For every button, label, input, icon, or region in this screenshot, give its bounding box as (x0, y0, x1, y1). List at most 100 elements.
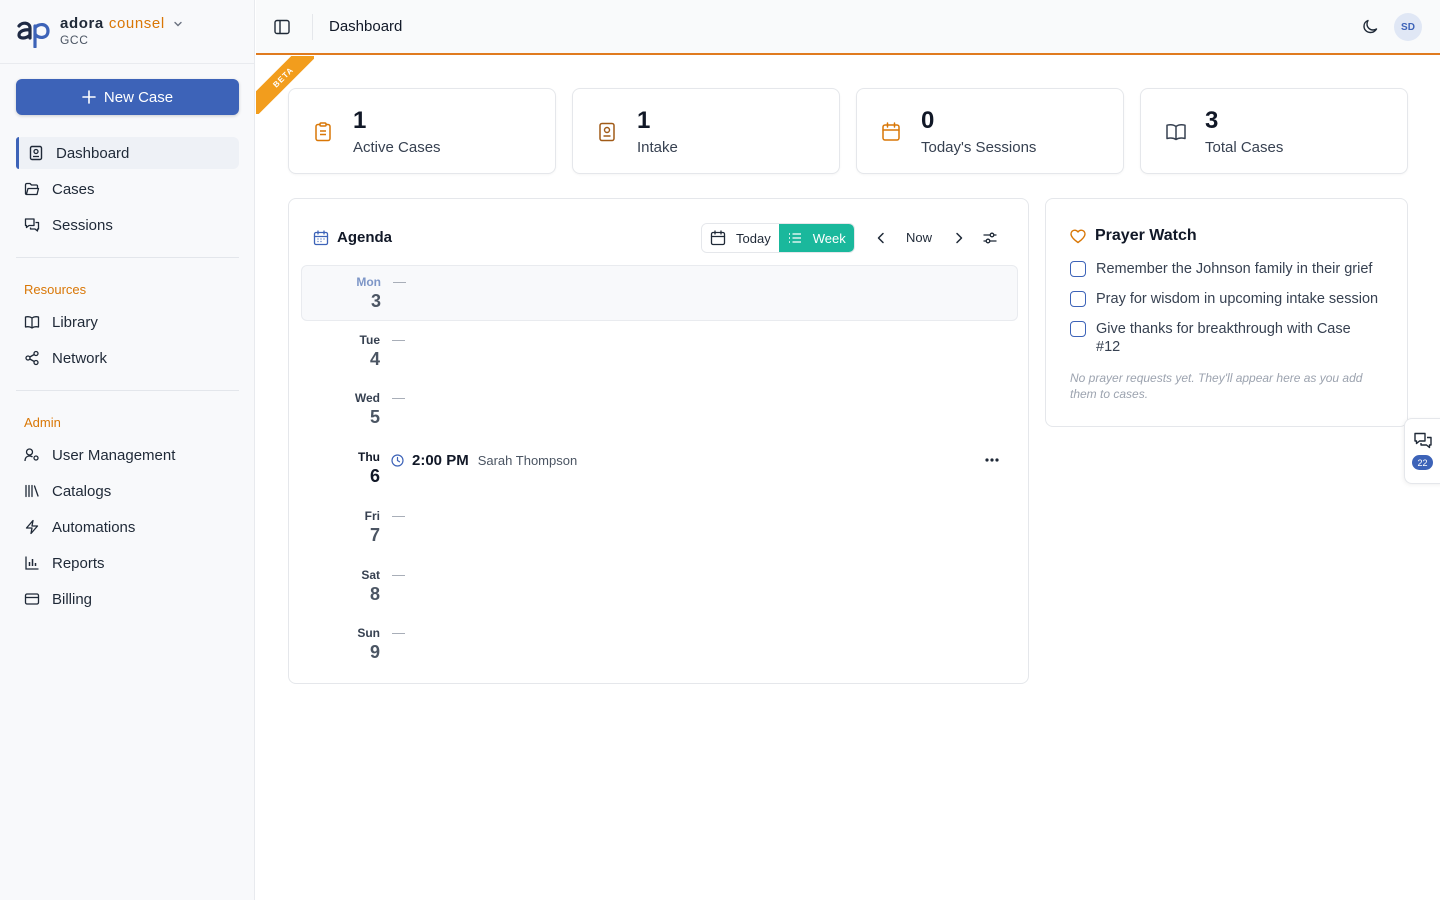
day-name: Mon (356, 275, 381, 289)
week-label: Week (812, 230, 846, 246)
agenda-day-sat[interactable]: Sat 8 — (301, 560, 1018, 610)
moon-icon[interactable] (1362, 18, 1380, 36)
lightning-icon (25, 519, 39, 535)
day-name: Tue (359, 333, 380, 347)
admin-nav: User Management Catalogs Automations Rep… (16, 439, 239, 619)
day-name: Sat (361, 568, 380, 582)
sliders-icon[interactable] (982, 230, 998, 246)
folder-icon (24, 182, 40, 196)
agenda-event[interactable]: 2:00 PM Sarah Thompson (391, 452, 577, 469)
stat-card-total-cases[interactable]: 3 Total Cases (1140, 88, 1408, 174)
day-number: 4 (369, 349, 380, 369)
no-events-marker: — (392, 390, 405, 405)
day-name: Sun (357, 626, 380, 640)
agenda-day-tue[interactable]: Tue 4 — (301, 325, 1018, 375)
sidebar-item-label: Automations (52, 518, 136, 536)
new-case-button[interactable]: New Case (16, 79, 239, 115)
agenda-view-toggle: Today Week (701, 223, 855, 253)
sidebar: adora counsel GCC New Case Dashboard Cas… (0, 0, 255, 900)
day-number: 6 (369, 466, 380, 486)
prayer-checkbox[interactable] (1070, 261, 1086, 277)
stat-value: 1 (637, 107, 651, 134)
day-number: 8 (369, 584, 380, 604)
sidebar-item-billing[interactable]: Billing (16, 583, 239, 615)
agenda-day-fri[interactable]: Fri 7 — (301, 501, 1018, 551)
avatar[interactable]: SD (1394, 13, 1422, 41)
user-key-icon (24, 448, 39, 462)
sidebar-item-label: Network (52, 349, 108, 367)
agenda-day-thu[interactable]: Thu 6 2:00 PM Sarah Thompson (301, 442, 1018, 492)
prayer-checkbox[interactable] (1070, 291, 1086, 307)
sidebar-item-label: Billing (52, 590, 93, 608)
no-events-marker: — (392, 567, 405, 582)
sidebar-item-catalogs[interactable]: Catalogs (16, 475, 239, 507)
prayer-empty-note: No prayer requests yet. They'll appear h… (1070, 371, 1363, 401)
week-button[interactable]: Week (778, 224, 854, 252)
agenda-heading: Agenda (313, 229, 392, 246)
chat-bubbles-icon (24, 218, 40, 232)
sidebar-item-network[interactable]: Network (16, 342, 239, 374)
new-case-label: New Case (103, 88, 174, 106)
stat-label: Intake (637, 139, 678, 156)
org-name: GCC (60, 33, 89, 47)
calendar-icon (313, 229, 329, 245)
chevron-down-icon (174, 21, 182, 27)
breadcrumb: Dashboard (329, 18, 403, 35)
now-button[interactable]: Now (906, 230, 932, 245)
prayer-item-text: Remember the Johnson family in their gri… (1096, 261, 1373, 277)
no-events-marker: — (393, 274, 406, 289)
sidebar-item-sessions[interactable]: Sessions (16, 209, 239, 241)
sidebar-item-cases[interactable]: Cases (16, 173, 239, 205)
prayer-watch-panel: Prayer Watch Remember the Johnson family… (1045, 198, 1408, 427)
stat-card-active-cases[interactable]: 1 Active Cases (288, 88, 556, 174)
calendar-icon (882, 122, 900, 141)
chat-bubbles-icon (1414, 432, 1432, 449)
sidebar-item-automations[interactable]: Automations (16, 511, 239, 543)
today-button[interactable]: Today (702, 224, 779, 252)
sidebar-item-label: User Management (52, 446, 176, 464)
credit-card-icon (24, 593, 40, 605)
plus-icon (82, 90, 96, 104)
agenda-day-sun[interactable]: Sun 9 — (301, 618, 1018, 668)
chevron-left-icon[interactable] (873, 230, 889, 246)
section-title-admin: Admin (24, 415, 61, 430)
more-horizontal-icon[interactable] (985, 457, 999, 463)
day-number: 3 (370, 291, 381, 311)
no-events-marker: — (392, 508, 405, 523)
chat-count-badge: 22 (1412, 455, 1433, 470)
agenda-title: Agenda (337, 229, 393, 246)
agenda-day-wed[interactable]: Wed 5 — (301, 384, 1018, 434)
chat-drawer-tab[interactable]: 22 (1404, 418, 1440, 484)
divider (16, 257, 239, 258)
stat-card-intake[interactable]: 1 Intake (572, 88, 840, 174)
prayer-item[interactable]: Remember the Johnson family in their gri… (1070, 260, 1390, 278)
divider (16, 390, 239, 391)
prayer-checkbox[interactable] (1070, 321, 1086, 337)
section-title-resources: Resources (24, 282, 87, 297)
top-bar: Dashboard SD (256, 0, 1440, 55)
sidebar-toggle-icon[interactable] (273, 18, 291, 36)
day-number: 9 (369, 642, 380, 662)
book-open-icon (24, 316, 40, 329)
adora-logo-icon (17, 21, 50, 48)
sidebar-item-dashboard[interactable]: Dashboard (16, 137, 239, 169)
main-nav: Dashboard Cases Sessions (16, 137, 239, 245)
stat-card-todays-sessions[interactable]: 0 Today's Sessions (856, 88, 1124, 174)
stat-label: Active Cases (353, 139, 441, 156)
brand-name: adora (60, 15, 104, 32)
prayer-item[interactable]: Give thanks for breakthrough with Case #… (1070, 320, 1360, 356)
prayer-watch-title: Prayer Watch (1095, 227, 1197, 244)
workspace-switcher[interactable]: adora counsel GCC (0, 0, 254, 64)
heart-icon (1070, 229, 1086, 243)
day-name: Wed (354, 391, 380, 405)
sidebar-item-label: Dashboard (56, 144, 130, 162)
sidebar-item-library[interactable]: Library (16, 306, 239, 338)
list-icon (788, 233, 801, 243)
calendar-icon (710, 230, 726, 246)
prayer-item[interactable]: Pray for wisdom in upcoming intake sessi… (1070, 290, 1390, 308)
agenda-day-mon[interactable]: Mon 3 — (301, 265, 1018, 321)
sidebar-item-user-management[interactable]: User Management (16, 439, 239, 471)
chevron-right-icon[interactable] (951, 230, 967, 246)
no-events-marker: — (392, 332, 405, 347)
sidebar-item-reports[interactable]: Reports (16, 547, 239, 579)
